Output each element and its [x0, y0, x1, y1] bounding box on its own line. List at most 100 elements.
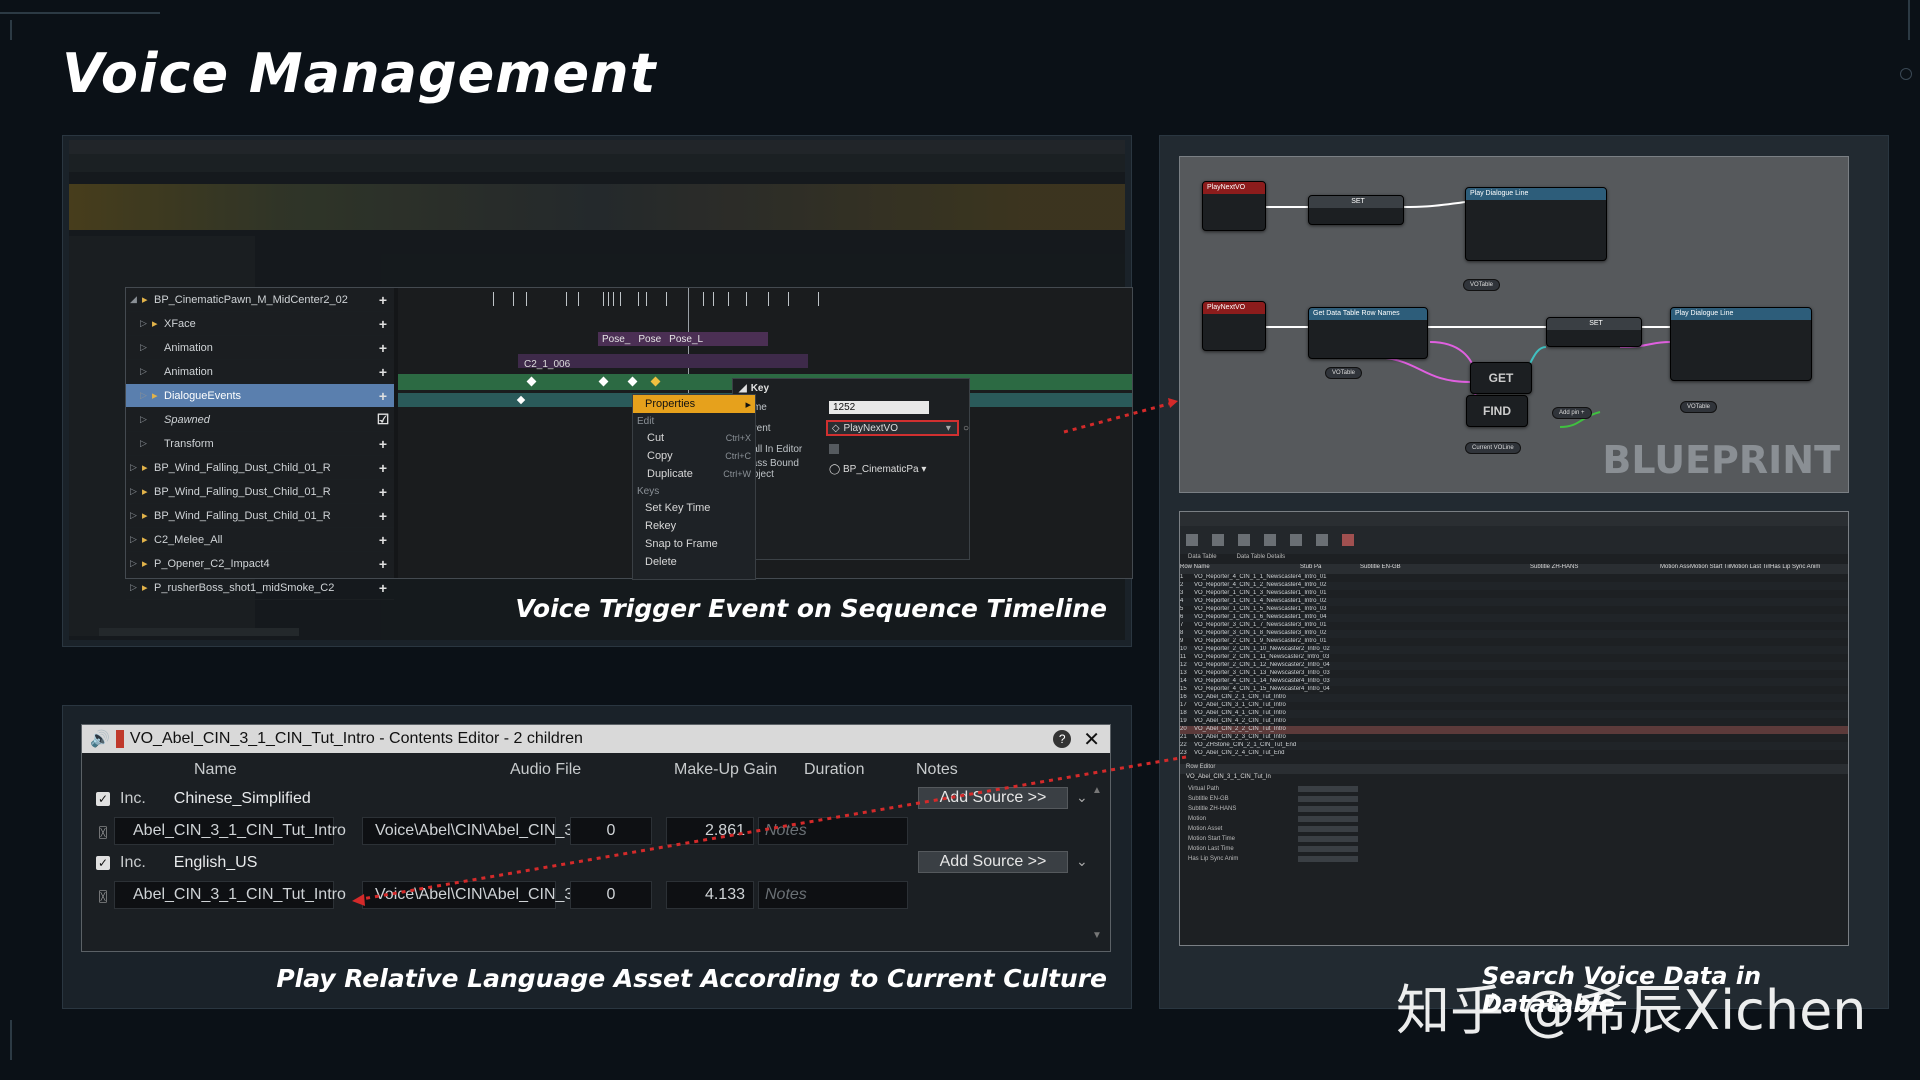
dt-row[interactable]: 20 VO_Abel_CIN_2_2_CIN_Tut_Intro [1180, 726, 1848, 734]
menu-properties[interactable]: Properties ▸ [633, 395, 755, 413]
expand-icon[interactable]: ▷ [130, 534, 142, 545]
get-row-names-node[interactable]: Get Data Table Row Names [1308, 307, 1428, 359]
track-row[interactable]: ▷ ▸ BP_Wind_Falling_Dust_Child_01_R + [126, 504, 394, 528]
dt-column-header[interactable]: Motion Asset [1660, 564, 1690, 574]
menu-item-key[interactable]: Snap to Frame [633, 535, 755, 553]
menu-item-key[interactable]: Set Key Time [633, 499, 755, 517]
add-track-icon[interactable]: + [372, 292, 394, 308]
menu-item-cut[interactable]: Cut Ctrl+X [633, 429, 755, 447]
dt-detail-value[interactable] [1298, 856, 1358, 862]
track-row[interactable]: ▷ Transform + [126, 432, 394, 456]
track-row[interactable]: ▷ Animation + [126, 360, 394, 384]
add-track-icon[interactable]: + [372, 436, 394, 452]
add-source-button[interactable]: Add Source >> [918, 787, 1068, 809]
spawned-checkbox[interactable]: ☑ [372, 411, 394, 428]
dt-detail-value[interactable] [1298, 796, 1358, 802]
event-key-selected[interactable] [650, 376, 661, 387]
add-track-icon[interactable]: + [372, 532, 394, 548]
add-track-icon[interactable]: + [372, 508, 394, 524]
scrollbar[interactable]: ▲ ▼ [1092, 785, 1102, 941]
gain-field[interactable]: 0 [570, 881, 652, 909]
dt-row[interactable]: 5 VO_Reporter_1_CIN_1_5_Newscaster1_Intro… [1180, 606, 1848, 614]
row-selector[interactable]: VO_Abel_CIN_3_1_CIN_Tut_In [1180, 774, 1848, 784]
dt-column-header[interactable]: Stub Pa [1300, 564, 1360, 574]
dt-row[interactable]: 2 VO_Reporter_4_CIN_1_2_Newscaster4_Intro… [1180, 582, 1848, 590]
dt-row[interactable]: 16 VO_Abel_CIN_2_1_CIN_Tut_Intro [1180, 694, 1848, 702]
browse-icon[interactable] [1212, 534, 1224, 546]
event-key[interactable] [526, 376, 537, 387]
dt-row[interactable]: 6 VO_Reporter_1_CIN_1_6_Newscaster1_Intro… [1180, 614, 1848, 622]
notes-field[interactable]: Notes [758, 817, 908, 845]
track-row[interactable]: ▷ ▸ P_rusherBoss_shot1_midSmoke_C2 + [126, 576, 394, 600]
expand-icon[interactable]: ▷ [130, 582, 142, 593]
add-track-icon[interactable]: + [372, 460, 394, 476]
current-voline-pill[interactable]: Current VOLine [1465, 442, 1521, 454]
copy-icon[interactable] [1264, 534, 1276, 546]
dt-row[interactable]: 13 VO_Reporter_3_CIN_1_13_Newscaster3_Int… [1180, 670, 1848, 678]
expand-icon[interactable]: ▷ [140, 438, 152, 449]
call-in-editor-checkbox[interactable] [829, 444, 839, 454]
dt-row[interactable]: 21 VO_Abel_CIN_2_3_CIN_Tut_Intro [1180, 734, 1848, 742]
add-track-icon[interactable]: + [372, 484, 394, 500]
dt-row[interactable]: 4 VO_Reporter_1_CIN_1_4_Newscaster1_Intro… [1180, 598, 1848, 606]
track-row[interactable]: ▷ Spawned ☑ [126, 408, 394, 432]
dt-row[interactable]: 19 VO_Abel_CIN_4_2_CIN_Tut_Intro [1180, 718, 1848, 726]
section-label[interactable]: Pose_L [669, 334, 703, 345]
dt-detail-value[interactable] [1298, 846, 1358, 852]
dt-detail-value[interactable] [1298, 786, 1358, 792]
dt-row[interactable]: 23 VO_Abel_CIN_2_4_CIN_Tut_End [1180, 750, 1848, 758]
dt-row[interactable]: 14 VO_Reporter_4_CIN_1_14_Newscaster4_Int… [1180, 678, 1848, 686]
scroll-up-icon[interactable]: ▲ [1092, 785, 1102, 796]
dt-detail-value[interactable] [1298, 806, 1358, 812]
dt-detail-value[interactable] [1298, 826, 1358, 832]
notes-field[interactable]: Notes [758, 881, 908, 909]
expand-icon[interactable]: ▷ [140, 342, 152, 353]
wave-name-field[interactable]: Abel_CIN_3_1_CIN_Tut_Intro [114, 881, 346, 909]
add-track-icon[interactable]: + [372, 340, 394, 356]
track-row[interactable]: ▷ ▸ DialogueEvents + [126, 384, 394, 408]
include-checkbox[interactable]: ✓ [96, 792, 110, 806]
menu-item-duplicate[interactable]: Duplicate Ctrl+W [633, 465, 755, 483]
dt-detail-value[interactable] [1298, 816, 1358, 822]
dt-row[interactable]: 9 VO_Reporter_2_CIN_1_9_Newscaster2_Intro… [1180, 638, 1848, 646]
dt-row[interactable]: 7 VO_Reporter_3_CIN_1_7_Newscaster3_Intro… [1180, 622, 1848, 630]
wave-name-field[interactable]: Abel_CIN_3_1_CIN_Tut_Intro [114, 817, 346, 845]
dt-row[interactable]: 17 VO_Abel_CIN_3_1_CIN_Tut_Intro [1180, 702, 1848, 710]
expand-icon[interactable]: ▷ [140, 390, 152, 401]
dt-row[interactable]: 12 VO_Reporter_2_CIN_1_12_Newscaster2_Int… [1180, 662, 1848, 670]
event-key[interactable] [598, 376, 609, 387]
dt-row[interactable]: 3 VO_Reporter_1_CIN_1_3_Newscaster1_Intro… [1180, 590, 1848, 598]
find-node[interactable]: FIND [1466, 395, 1528, 427]
timeline-area[interactable]: Pose_ Pose Pose_L C2_1_006 ◢ Key Time 1252 [398, 288, 1132, 580]
dt-column-header[interactable]: Subtitle EN-GB [1360, 564, 1530, 574]
timeline-ruler[interactable] [398, 292, 1132, 308]
dt-column-header[interactable]: Motion Start Time [1690, 564, 1730, 574]
add-source-button[interactable]: Add Source >> [918, 851, 1068, 873]
add-icon[interactable] [1238, 534, 1250, 546]
menu-item-key[interactable]: Delete [633, 553, 755, 571]
scroll-down-icon[interactable]: ▼ [1092, 930, 1102, 941]
dt-row[interactable]: 1 VO_Reporter_4_CIN_1_1_Newscaster4_Intro… [1180, 574, 1848, 582]
browse-icon[interactable]: ○ [963, 423, 969, 434]
expand-icon[interactable]: ▷ [130, 486, 142, 497]
close-icon[interactable]: ✕ [1083, 727, 1100, 752]
event-key[interactable] [627, 376, 638, 387]
chevron-down-icon[interactable]: ⌄ [1076, 789, 1088, 806]
event-dropdown[interactable]: ◇ PlayNextVO ▾ [825, 420, 959, 436]
paste-icon[interactable] [1290, 534, 1302, 546]
dt-row[interactable]: 11 VO_Reporter_2_CIN_1_11_Newscaster2_Int… [1180, 654, 1848, 662]
add-track-icon[interactable]: + [372, 388, 394, 404]
time-input[interactable]: 1252 [829, 400, 929, 414]
dt-row[interactable]: 8 VO_Reporter_3_CIN_1_8_Newscaster3_Intro… [1180, 630, 1848, 638]
dt-row[interactable]: 15 VO_Reporter_4_CIN_1_15_Newscaster4_Int… [1180, 686, 1848, 694]
event-node-playnextvo-2[interactable]: PlayNextVO [1202, 301, 1266, 351]
add-pin-pill[interactable]: Add pin + [1552, 407, 1592, 419]
save-icon[interactable] [1186, 534, 1198, 546]
play-dialogue-node[interactable]: Play Dialogue Line [1465, 187, 1607, 261]
dt-column-header[interactable]: Has Lip Sync Anim [1770, 564, 1820, 574]
play-dialogue-node-2[interactable]: Play Dialogue Line [1670, 307, 1812, 381]
track-row[interactable]: ▷ Animation + [126, 336, 394, 360]
add-track-icon[interactable]: + [372, 556, 394, 572]
blueprint-graph[interactable]: PlayNextVO SET Play Dialogue Line VOTabl… [1179, 156, 1849, 493]
add-track-icon[interactable]: + [372, 580, 394, 596]
